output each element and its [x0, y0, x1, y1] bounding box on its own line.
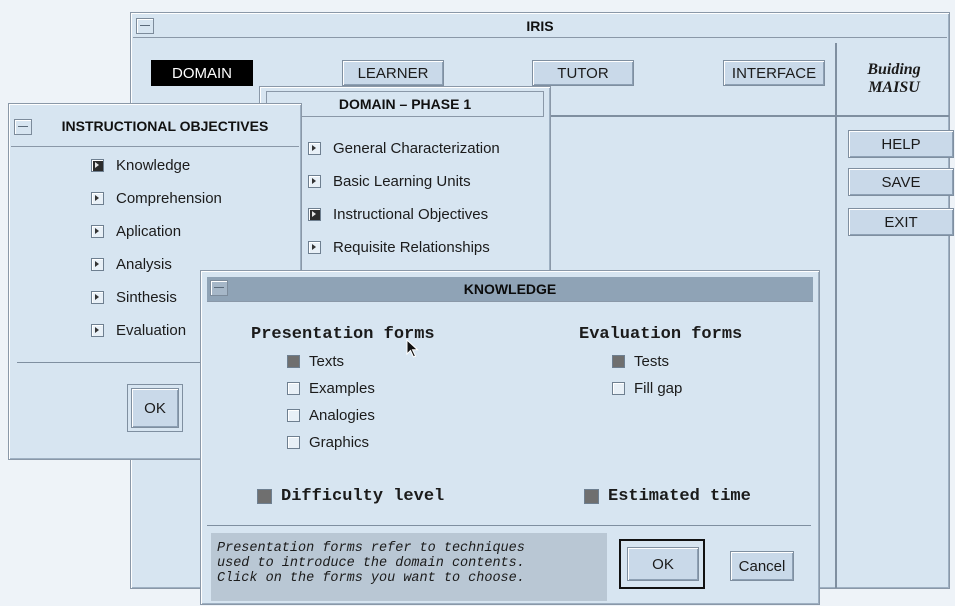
brand-line2: MAISU: [868, 79, 920, 96]
objectives-titlebar[interactable]: INSTRUCTIONAL OBJECTIVES: [11, 106, 299, 147]
option-tests[interactable]: Tests: [612, 348, 682, 375]
header-divider-vertical: [835, 43, 837, 588]
option-graphics[interactable]: Graphics: [287, 429, 375, 456]
difficulty-label: Difficulty level: [281, 487, 445, 506]
list-item-aplication[interactable]: Aplication: [91, 215, 222, 248]
checkbox-estimated-time[interactable]: [584, 489, 599, 504]
mouse-pointer-icon: [406, 339, 419, 358]
option-examples[interactable]: Examples: [287, 375, 375, 402]
list-item-basic-learning-units[interactable]: Basic Learning Units: [308, 165, 500, 198]
estimated-label: Estimated time: [608, 487, 751, 506]
checkbox-examples[interactable]: [287, 382, 300, 395]
domain-phase-window: DOMAIN – PHASE 1 General Characterizatio…: [259, 86, 551, 283]
list-item-requisite-relationships[interactable]: Requisite Relationships: [308, 231, 500, 264]
arrow-icon: [91, 192, 104, 205]
tab-domain[interactable]: DOMAIN: [151, 60, 253, 86]
presentation-options: Texts Examples Analogies Graphics: [287, 348, 375, 456]
checkbox-tests[interactable]: [612, 355, 625, 368]
iris-titlebar[interactable]: IRIS: [133, 15, 947, 38]
help-line-2: used to introduce the domain contents.: [217, 556, 525, 571]
help-line-3: Click on the forms you want to choose.: [217, 571, 525, 586]
list-item-instructional-objectives[interactable]: Instructional Objectives: [308, 198, 500, 231]
save-button[interactable]: SAVE: [848, 168, 954, 196]
option-analogies[interactable]: Analogies: [287, 402, 375, 429]
option-texts[interactable]: Texts: [287, 348, 375, 375]
estimated-time-toggle[interactable]: Estimated time: [584, 483, 751, 510]
checkbox-texts[interactable]: [287, 355, 300, 368]
arrow-icon-selected: [308, 208, 321, 221]
evaluation-options: Tests Fill gap: [612, 348, 682, 402]
arrow-icon: [91, 225, 104, 238]
arrow-icon: [91, 258, 104, 271]
tab-tutor[interactable]: TUTOR: [532, 60, 634, 86]
knowledge-divider: [207, 525, 811, 526]
help-text-box: Presentation forms refer to techniques u…: [211, 533, 607, 601]
knowledge-cancel-button[interactable]: Cancel: [730, 551, 794, 581]
checkbox-difficulty[interactable]: [257, 489, 272, 504]
tab-learner[interactable]: LEARNER: [342, 60, 444, 86]
arrow-icon: [308, 142, 321, 155]
list-item-knowledge[interactable]: Knowledge: [91, 149, 222, 182]
list-item-general-characterization[interactable]: General Characterization: [308, 132, 500, 165]
iris-title: IRIS: [526, 18, 554, 34]
arrow-icon: [91, 324, 104, 337]
arrow-icon: [91, 291, 104, 304]
knowledge-dialog: KNOWLEDGE Presentation forms Texts Examp…: [200, 270, 820, 605]
brand-line1: Buiding: [867, 61, 921, 78]
difficulty-level-toggle[interactable]: Difficulty level: [257, 483, 444, 510]
window-menu-icon[interactable]: [14, 119, 32, 135]
help-line-1: Presentation forms refer to techniques: [217, 541, 525, 556]
objectives-ok-button[interactable]: OK: [127, 384, 183, 432]
knowledge-title: KNOWLEDGE: [463, 281, 557, 297]
evaluation-heading: Evaluation forms: [579, 325, 743, 344]
arrow-icon-selected: [91, 159, 104, 172]
arrow-icon: [308, 175, 321, 188]
help-button[interactable]: HELP: [848, 130, 954, 158]
checkbox-graphics[interactable]: [287, 436, 300, 449]
objectives-title: INSTRUCTIONAL OBJECTIVES: [61, 118, 269, 134]
arrow-icon: [308, 241, 321, 254]
window-menu-icon[interactable]: [136, 18, 154, 34]
checkbox-fill-gap[interactable]: [612, 382, 625, 395]
list-item-comprehension[interactable]: Comprehension: [91, 182, 222, 215]
knowledge-titlebar[interactable]: KNOWLEDGE: [207, 277, 813, 302]
domain-phase-list: General Characterization Basic Learning …: [308, 132, 500, 264]
domain-phase-title: DOMAIN – PHASE 1: [338, 96, 472, 112]
checkbox-analogies[interactable]: [287, 409, 300, 422]
brand-label: Buiding MAISU: [839, 61, 949, 97]
option-fill-gap[interactable]: Fill gap: [612, 375, 682, 402]
tab-interface[interactable]: INTERFACE: [723, 60, 825, 86]
knowledge-ok-button[interactable]: OK: [627, 547, 699, 581]
exit-button[interactable]: EXIT: [848, 208, 954, 236]
domain-phase-titlebar[interactable]: DOMAIN – PHASE 1: [266, 91, 544, 117]
window-menu-icon[interactable]: [210, 280, 228, 296]
